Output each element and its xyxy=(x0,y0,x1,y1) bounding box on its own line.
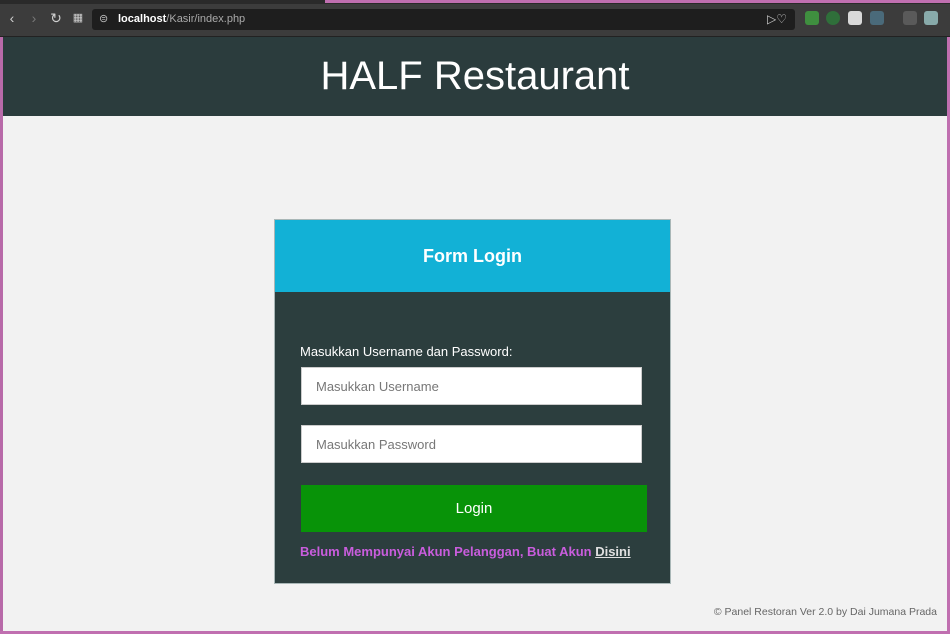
browser-toolbar: ‹ › ↻ ▦ ⊜ localhost/Kasir/index.php ▷♡ xyxy=(0,0,950,37)
downloads-icon[interactable] xyxy=(903,11,917,25)
tab-strip xyxy=(0,0,950,4)
username-input[interactable] xyxy=(301,367,642,405)
register-prompt: Belum Mempunyai Akun Pelanggan, Buat Aku… xyxy=(300,544,631,559)
site-header: HALF Restaurant xyxy=(3,37,947,116)
register-text: Belum Mempunyai Akun Pelanggan, Buat Aku… xyxy=(300,544,596,559)
web-page: HALF Restaurant Form Login Masukkan User… xyxy=(0,37,947,632)
url-host: localhost xyxy=(118,13,167,25)
site-title: HALF Restaurant xyxy=(320,54,630,98)
address-url[interactable]: localhost/Kasir/index.php xyxy=(118,13,245,25)
active-tab-indicator xyxy=(325,0,950,3)
extension-panel-icon[interactable] xyxy=(870,11,884,25)
site-info-icon[interactable]: ⊜ xyxy=(99,12,113,26)
battery-icon[interactable] xyxy=(924,11,938,25)
login-card-title: Form Login xyxy=(275,220,670,292)
forward-icon[interactable]: › xyxy=(26,10,42,26)
bookmark-heart-icon[interactable]: ▷♡ xyxy=(767,12,787,26)
url-path: /Kasir/index.php xyxy=(166,13,246,25)
footer-credit: © Panel Restoran Ver 2.0 by Dai Jumana P… xyxy=(713,606,937,618)
extension-new-icon[interactable] xyxy=(848,11,862,25)
tabs-grid-icon[interactable]: ▦ xyxy=(70,10,86,26)
address-bar[interactable]: ⊜ localhost/Kasir/index.php ▷♡ xyxy=(92,9,795,30)
extension-download-icon[interactable] xyxy=(805,11,819,25)
extension-globe-icon[interactable] xyxy=(826,11,840,25)
login-button[interactable]: Login xyxy=(301,485,647,532)
login-prompt: Masukkan Username dan Password: xyxy=(300,344,513,359)
login-card: Form Login Masukkan Username dan Passwor… xyxy=(274,219,671,584)
password-input[interactable] xyxy=(301,425,642,463)
back-icon[interactable]: ‹ xyxy=(4,10,20,26)
reload-icon[interactable]: ↻ xyxy=(48,10,64,26)
register-link[interactable]: Disini xyxy=(595,544,630,559)
